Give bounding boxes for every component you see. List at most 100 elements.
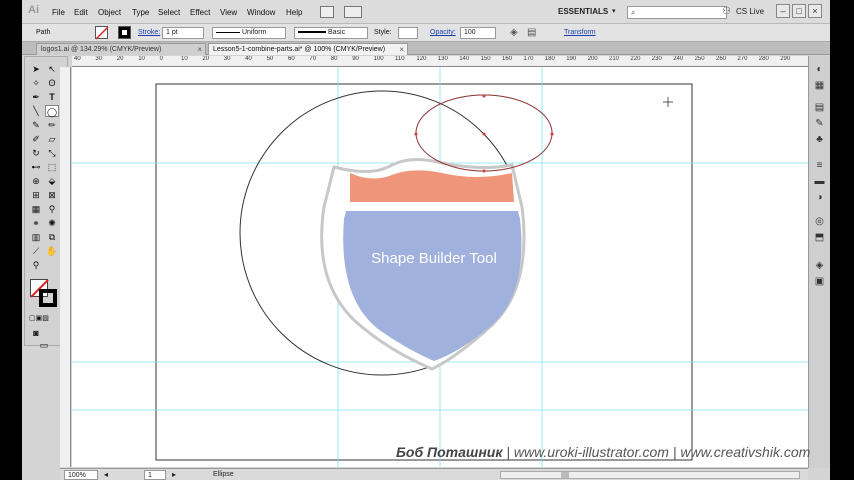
pen-tool-icon[interactable]: ✒ <box>29 91 43 103</box>
artboard-tool-icon[interactable]: ⧉ <box>45 231 59 243</box>
eraser-icon[interactable]: ▱ <box>45 133 59 145</box>
next-artboard-icon[interactable]: ▸ <box>172 470 176 479</box>
eyedropper-icon[interactable]: ⚲ <box>45 203 59 215</box>
artboards-icon[interactable]: ▣ <box>813 276 826 287</box>
color-panel-icon[interactable]: ◐ <box>813 64 826 75</box>
arrange-documents-icon[interactable] <box>344 6 362 18</box>
blend-tool-icon[interactable]: ⚭ <box>29 217 43 229</box>
close-icon[interactable]: × <box>197 44 202 55</box>
menu-effect[interactable]: Effect <box>190 8 210 17</box>
direct-selection-tool-icon[interactable]: ↖ <box>45 63 59 75</box>
graphic-styles-icon[interactable]: ⬒ <box>813 232 826 243</box>
menu-object[interactable]: Object <box>98 8 121 17</box>
brush-definition[interactable]: Basic <box>294 27 368 39</box>
symbol-sprayer-icon[interactable]: ✺ <box>45 217 59 229</box>
anchor-point[interactable] <box>482 94 486 98</box>
variable-width-profile[interactable]: Uniform <box>212 27 286 39</box>
close-icon[interactable]: × <box>399 44 404 55</box>
stroke-swatch[interactable] <box>118 26 131 39</box>
screen-mode-icon[interactable]: ▭ <box>29 339 59 351</box>
menu-window[interactable]: Window <box>247 8 275 17</box>
artboard-number-field[interactable]: 1 <box>144 470 166 480</box>
ellipse-tool-icon[interactable]: ◯ <box>45 105 59 117</box>
gradient-panel-icon[interactable]: ▬ <box>813 176 826 187</box>
graphic-style-picker[interactable] <box>398 27 418 39</box>
first-artboard-icon[interactable]: ◂ <box>104 470 108 479</box>
menu-type[interactable]: Type <box>132 8 149 17</box>
transform-link[interactable]: Transform <box>564 29 596 36</box>
swatches-icon[interactable]: ▤ <box>813 102 826 113</box>
ruler-tick-label: 100 <box>373 56 384 62</box>
artwork-svg[interactable]: Shape Builder Tool <box>72 67 808 467</box>
workspace-dropdown-icon[interactable]: ▾ <box>612 7 616 15</box>
stroke-panel-link[interactable]: Stroke: <box>138 29 160 36</box>
ruler-tick-label: 240 <box>673 56 684 62</box>
brushes-icon[interactable]: ✎ <box>813 118 826 129</box>
horizontal-scrollbar[interactable] <box>500 471 800 479</box>
artwork-label: Shape Builder Tool <box>371 250 497 267</box>
horizontal-ruler[interactable]: 40 30 20 10 0 10 20 30 40 50 60 70 80 90 100 110 120 130 1… <box>72 56 808 67</box>
stroke-panel-icon[interactable]: ≡ <box>813 160 826 171</box>
tab-logos1[interactable]: logos1.ai @ 134.29% (CMYK/Preview) × <box>36 43 206 55</box>
menu-select[interactable]: Select <box>158 8 180 17</box>
scale-tool-icon[interactable]: ⤡ <box>45 147 59 159</box>
width-tool-icon[interactable]: ⊷ <box>29 161 43 173</box>
tab-lesson5[interactable]: Lesson5-1-combine-parts.ai* @ 100% (CMYK… <box>208 43 408 55</box>
anchor-point[interactable] <box>482 169 486 173</box>
scrollbar-thumb[interactable] <box>561 472 569 478</box>
symbols-icon[interactable]: ♣ <box>813 134 826 145</box>
lasso-tool-icon[interactable]: ʘ <box>45 77 59 89</box>
rotate-tool-icon[interactable]: ↻ <box>29 147 43 159</box>
live-paint-icon[interactable]: ⬙ <box>45 175 59 187</box>
anchor-point[interactable] <box>550 132 554 136</box>
menu-view[interactable]: View <box>220 8 237 17</box>
workspace-switcher[interactable]: ESSENTIALS <box>558 7 608 16</box>
zoom-tool-icon[interactable]: ⚲ <box>29 259 43 271</box>
vertical-ruler[interactable] <box>60 67 71 467</box>
color-mode-icons[interactable]: ▢▣▨ <box>29 313 49 325</box>
canvas[interactable]: Shape Builder Tool <box>72 67 808 467</box>
draw-mode-icon[interactable]: ◙ <box>29 327 43 339</box>
blob-brush-icon[interactable]: ✐ <box>29 133 43 145</box>
menu-help[interactable]: Help <box>286 8 302 17</box>
slice-tool-icon[interactable]: ⟋ <box>29 245 43 257</box>
anchor-point[interactable] <box>414 132 418 136</box>
layers-icon[interactable]: ◈ <box>813 260 826 271</box>
close-button[interactable]: × <box>808 4 822 18</box>
control-bar: Path Stroke: 1 pt Uniform Basic Style: O… <box>22 24 830 42</box>
transparency-icon[interactable]: ◑ <box>813 192 826 203</box>
column-graph-icon[interactable]: ▥ <box>29 231 43 243</box>
align-icon[interactable]: ▤ <box>527 27 536 38</box>
fill-swatch[interactable] <box>95 26 109 40</box>
minimize-button[interactable]: – <box>776 4 790 18</box>
recolor-artwork-icon[interactable]: ◈ <box>510 27 518 38</box>
selection-tool-icon[interactable]: ➤ <box>29 63 43 75</box>
bridge-icon[interactable] <box>320 6 334 18</box>
pencil-icon[interactable]: ✏ <box>45 119 59 131</box>
perspective-grid-icon[interactable]: ⊞ <box>29 189 43 201</box>
help-search-input[interactable]: ⌕ <box>627 6 727 19</box>
cs-live-button[interactable]: CS Live <box>736 7 764 16</box>
gradient-tool-icon[interactable]: ▦ <box>29 203 43 215</box>
type-tool-icon[interactable]: T <box>45 91 59 103</box>
stroke-weight-field[interactable]: 1 pt <box>162 27 204 39</box>
appearance-icon[interactable]: ◎ <box>813 216 826 227</box>
magic-wand-icon[interactable]: ✧ <box>29 77 43 89</box>
zoom-level-field[interactable]: 100% <box>64 470 98 480</box>
opacity-link[interactable]: Opacity: <box>430 29 456 36</box>
mesh-tool-icon[interactable]: ⊠ <box>45 189 59 201</box>
shape-builder-icon[interactable]: ⊕ <box>29 175 43 187</box>
paintbrush-icon[interactable]: ✎ <box>29 119 43 131</box>
hand-tool-icon[interactable]: ✋ <box>45 245 59 257</box>
color-guide-icon[interactable]: ▦ <box>813 80 826 91</box>
menu-edit[interactable]: Edit <box>74 8 88 17</box>
opacity-field[interactable]: 100 <box>460 27 496 39</box>
ruler-tick-label: 290 <box>780 56 791 62</box>
stroke-color-icon[interactable] <box>39 289 57 307</box>
maximize-button[interactable]: □ <box>792 4 806 18</box>
ruler-tick-label: 70 <box>309 56 317 62</box>
menu-file[interactable]: File <box>52 8 65 17</box>
free-transform-icon[interactable]: ⬚ <box>45 161 59 173</box>
line-tool-icon[interactable]: ╲ <box>29 105 43 117</box>
ruler-tick-label: 270 <box>737 56 748 62</box>
